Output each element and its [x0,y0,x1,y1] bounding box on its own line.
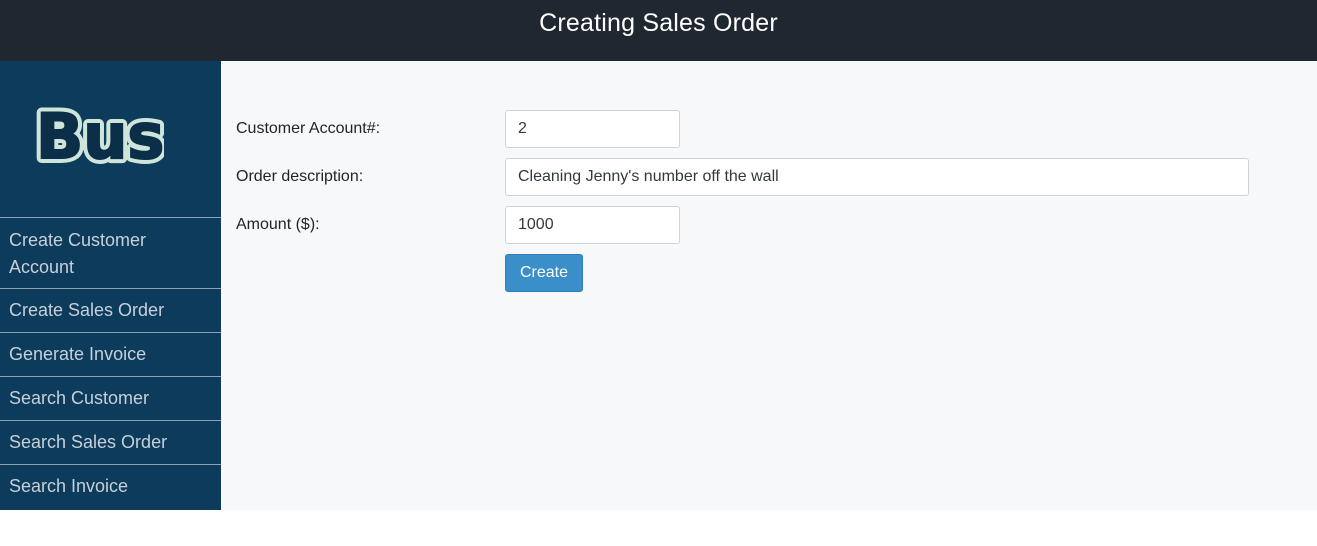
amount-row: Amount ($): [236,206,680,244]
sidebar-item-generate-invoice[interactable]: Generate Invoice [0,333,221,377]
sidebar-item-search-invoice[interactable]: Search Invoice [0,465,221,509]
sidebar: Busi Busi Create Customer Account Create… [0,61,221,510]
amount-input[interactable] [505,206,680,244]
top-header: Creating Sales Order [0,0,1317,61]
order-description-label: Order description: [236,168,364,185]
busi-logo: Busi Busi [32,98,164,174]
main-content: Customer Account#: Order description: Am… [221,61,1317,510]
svg-text:Busi: Busi [36,100,164,173]
sidebar-item-search-customer[interactable]: Search Customer [0,377,221,421]
customer-account-row: Customer Account#: [236,110,680,148]
logo-area: Busi Busi [0,61,221,218]
order-description-row: Order description: [236,158,1249,196]
app-shell: Creating Sales Order Busi Busi Create Cu… [0,0,1317,546]
create-button[interactable]: Create [505,254,583,292]
sidebar-item-create-customer-account[interactable]: Create Customer Account [0,218,221,289]
amount-label: Amount ($): [236,216,320,233]
sidebar-item-search-sales-order[interactable]: Search Sales Order [0,421,221,465]
sidebar-item-create-sales-order[interactable]: Create Sales Order [0,289,221,333]
order-description-input[interactable] [505,158,1249,196]
customer-account-label: Customer Account#: [236,120,381,137]
page-title: Creating Sales Order [539,9,778,37]
customer-account-input[interactable] [505,110,680,148]
